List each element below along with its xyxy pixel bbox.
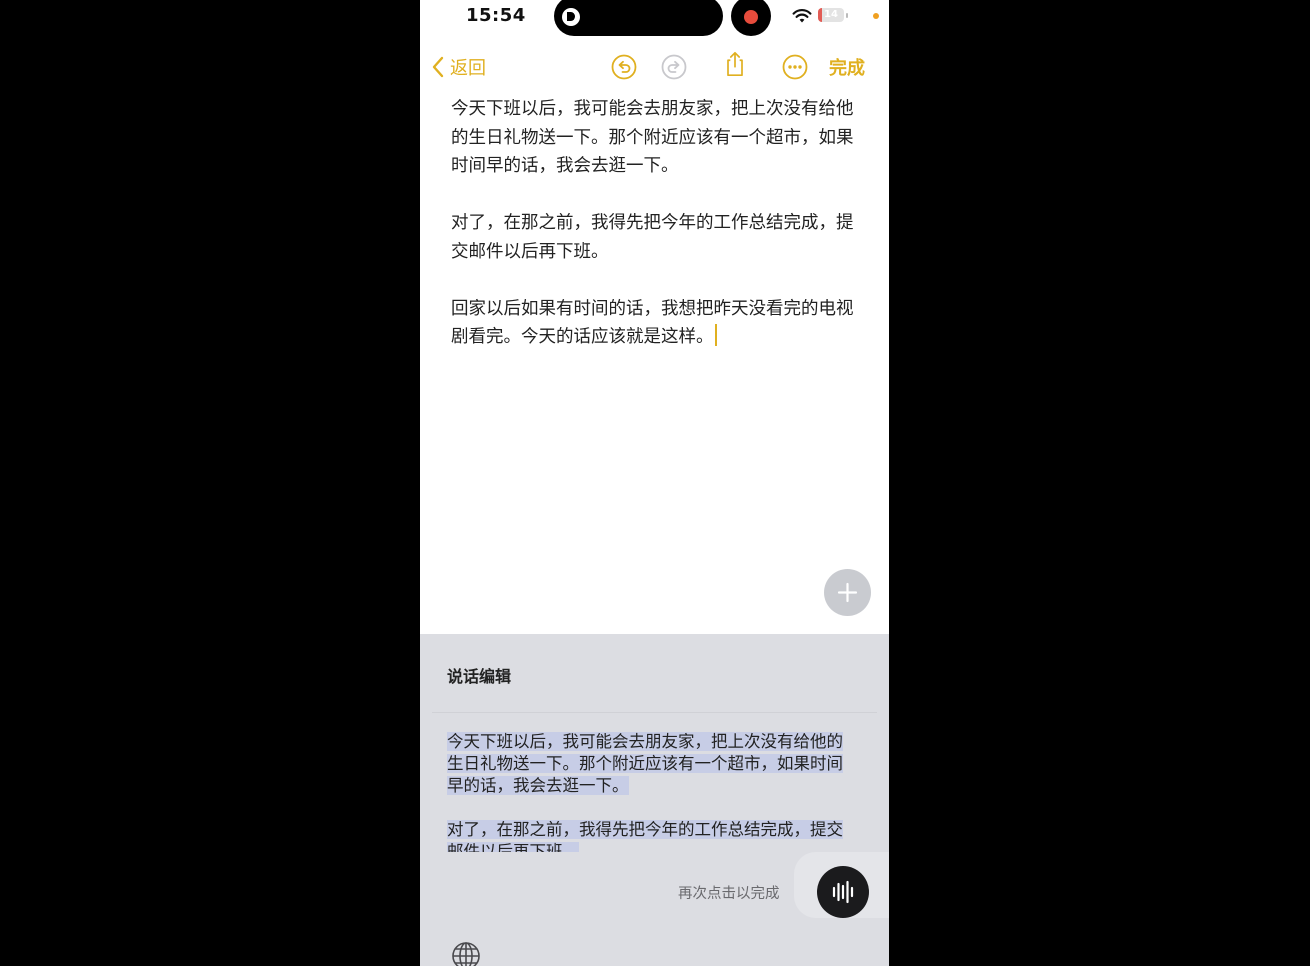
- transcript-text-2: 对了，在那之前，我得先把今年的工作总结完成，提交邮件以后再下班。: [447, 820, 843, 852]
- note-text-editor[interactable]: 今天下班以后，我可能会去朋友家，把上次没有给他的生日礼物送一下。那个附近应该有一…: [451, 95, 861, 380]
- microphone-in-use-dot: [873, 13, 879, 19]
- dictation-mic-button[interactable]: [817, 866, 869, 918]
- back-label: 返回: [450, 58, 486, 79]
- undo-icon[interactable]: [610, 53, 638, 81]
- note-paragraph-2: 对了，在那之前，我得先把今年的工作总结完成，提交邮件以后再下班。: [451, 213, 854, 262]
- wifi-icon: [792, 9, 812, 23]
- record-dot-icon: [744, 10, 758, 24]
- app-activity-icon: [562, 8, 580, 26]
- phone-screen: 15:54 14 返回 完成 今天下班以后，我可能会去朋友家，把上次没有给他的生…: [420, 0, 889, 966]
- panel-title: 说话编辑: [447, 667, 512, 686]
- status-bar: 15:54 14: [420, 0, 889, 36]
- transcript-paragraph-1: 今天下班以后，我可能会去朋友家，把上次没有给他的生日礼物送一下。那个附近应该有一…: [447, 731, 856, 797]
- note-paragraph-3: 回家以后如果有时间的话，我想把昨天没看完的电视剧看完。今天的话应该就是这样。: [451, 295, 861, 352]
- transcript-view[interactable]: 今天下班以后，我可能会去朋友家，把上次没有给他的生日礼物送一下。那个附近应该有一…: [447, 731, 856, 852]
- transcript-paragraph-2: 对了，在那之前，我得先把今年的工作总结完成，提交邮件以后再下班。: [447, 819, 856, 852]
- battery-level: 14: [824, 9, 838, 20]
- globe-icon[interactable]: [451, 941, 481, 966]
- more-icon[interactable]: [781, 53, 809, 81]
- plus-icon: [837, 582, 858, 603]
- share-icon[interactable]: [721, 50, 749, 78]
- waveform-icon: [832, 880, 854, 904]
- screen-recording-indicator[interactable]: [731, 0, 771, 36]
- battery-cap: [846, 13, 848, 18]
- note-paragraph-1: 今天下班以后，我可能会去朋友家，把上次没有给他的生日礼物送一下。那个附近应该有一…: [451, 99, 854, 176]
- status-time: 15:54: [466, 5, 526, 26]
- redo-icon[interactable]: [660, 53, 688, 81]
- text-cursor: [714, 324, 717, 346]
- panel-divider: [432, 712, 877, 713]
- dictation-panel: 说话编辑 今天下班以后，我可能会去朋友家，把上次没有给他的生日礼物送一下。那个附…: [420, 634, 889, 966]
- nav-bar: 返回 完成: [420, 48, 889, 86]
- done-button[interactable]: 完成: [829, 54, 865, 80]
- note-paragraph-3-text: 回家以后如果有时间的话，我想把昨天没看完的电视剧看完。今天的话应该就是这样。: [451, 298, 854, 348]
- battery-icon: 14: [818, 8, 844, 22]
- transcript-text-1: 今天下班以后，我可能会去朋友家，把上次没有给他的生日礼物送一下。那个附近应该有一…: [447, 732, 843, 795]
- tap-again-hint: 再次点击以完成: [678, 886, 780, 902]
- chevron-left-icon: [432, 56, 444, 78]
- back-button[interactable]: 返回: [432, 52, 486, 82]
- dynamic-island[interactable]: [554, 0, 723, 36]
- add-button[interactable]: [824, 569, 871, 616]
